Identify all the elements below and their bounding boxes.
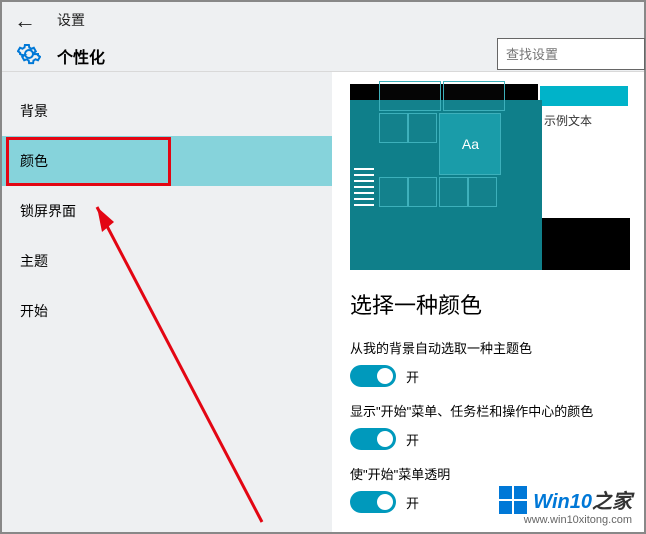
watermark: Win10之家 www.win10xitong.com bbox=[499, 485, 632, 526]
tile-aa: Aa bbox=[440, 114, 500, 174]
option-label-auto-color: 从我的背景自动选取一种主题色 bbox=[350, 338, 644, 357]
sample-text: 示例文本 bbox=[540, 106, 628, 135]
toggle-state: 开 bbox=[406, 430, 419, 449]
back-button[interactable]: ← bbox=[14, 8, 36, 34]
toggle-start-color[interactable] bbox=[350, 428, 396, 450]
sidebar-item-lockscreen[interactable]: 锁屏界面 bbox=[2, 186, 332, 236]
toggle-transparent[interactable] bbox=[350, 491, 396, 513]
sidebar-item-background[interactable]: 背景 bbox=[2, 86, 332, 136]
sidebar: 背景 颜色 锁屏界面 主题 开始 bbox=[2, 72, 332, 532]
sidebar-item-theme[interactable]: 主题 bbox=[2, 236, 332, 286]
watermark-url: www.win10xitong.com bbox=[499, 514, 632, 526]
toggle-state: 开 bbox=[406, 367, 419, 386]
windows-icon bbox=[499, 486, 527, 514]
app-title: 设置 bbox=[57, 10, 85, 30]
toggle-state: 开 bbox=[406, 493, 419, 512]
preview-thumbnail: 示例文本 Aa bbox=[350, 84, 630, 270]
toggle-auto-color[interactable] bbox=[350, 365, 396, 387]
option-label-transparent: 使"开始"菜单透明 bbox=[350, 464, 644, 483]
option-label-start-color: 显示"开始"菜单、任务栏和操作中心的颜色 bbox=[350, 401, 644, 420]
section-title: 选择一种颜色 bbox=[350, 288, 644, 320]
sidebar-item-color[interactable]: 颜色 bbox=[2, 136, 332, 186]
search-box[interactable] bbox=[497, 38, 645, 70]
content-panel: 示例文本 Aa bbox=[332, 72, 644, 532]
category-title: 个性化 bbox=[57, 44, 105, 68]
gear-icon bbox=[17, 42, 41, 66]
sidebar-item-start[interactable]: 开始 bbox=[2, 286, 332, 336]
search-input[interactable] bbox=[498, 39, 644, 69]
